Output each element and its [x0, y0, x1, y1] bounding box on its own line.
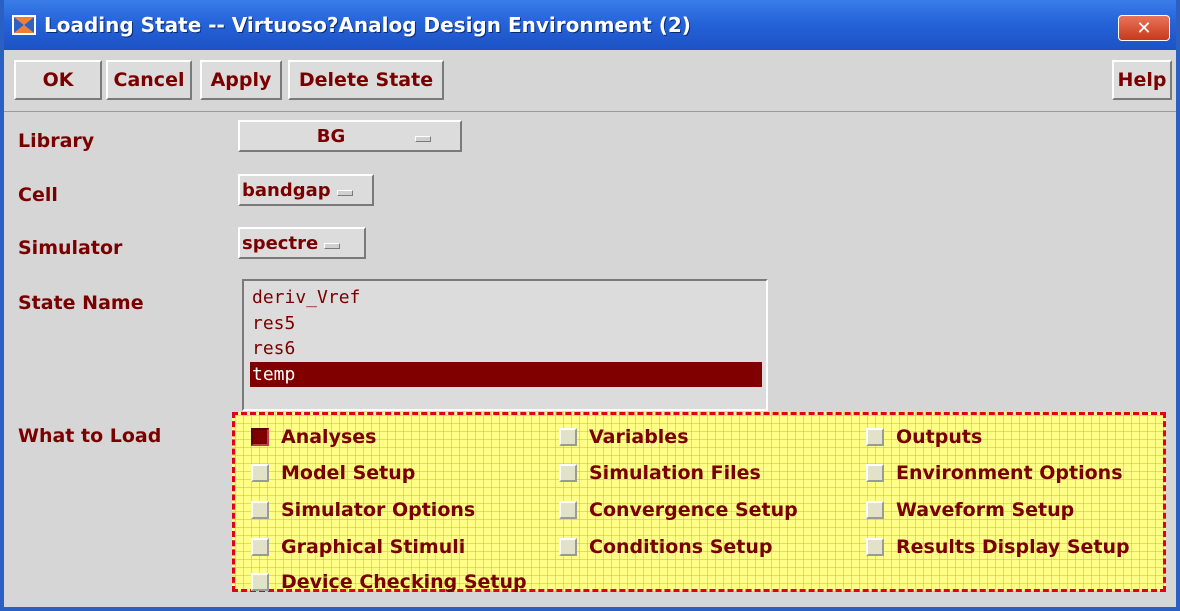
checkbox-icon: [866, 464, 884, 482]
apply-button[interactable]: Apply: [200, 60, 282, 100]
checkbox-waveform-setup[interactable]: Waveform Setup: [866, 499, 1074, 521]
close-button[interactable]: ✕: [1118, 15, 1170, 41]
checkbox-label: Conditions Setup: [589, 536, 773, 558]
checkbox-icon: [866, 501, 884, 519]
checkbox-model-setup[interactable]: Model Setup: [251, 462, 415, 484]
checkbox-variables[interactable]: Variables: [559, 426, 689, 448]
help-button[interactable]: Help: [1112, 60, 1172, 100]
checkbox-label: Simulation Files: [589, 462, 761, 484]
cell-value: bandgap: [242, 179, 331, 201]
state-name-list[interactable]: deriv_Vref res5 res6 temp: [242, 279, 768, 411]
checkbox-label: Results Display Setup: [896, 536, 1130, 558]
checkbox-label: Outputs: [896, 426, 983, 448]
checkbox-environment-options[interactable]: Environment Options: [866, 462, 1123, 484]
checkbox-label: Graphical Stimuli: [281, 536, 466, 558]
state-name-label: State Name: [18, 292, 144, 314]
checkbox-icon: [559, 501, 577, 519]
simulator-label: Simulator: [18, 237, 123, 259]
checkbox-icon: [559, 464, 577, 482]
checkbox-label: Device Checking Setup: [281, 571, 527, 593]
checkbox-label: Environment Options: [896, 462, 1123, 484]
checkbox-icon: [866, 428, 884, 446]
checkbox-results-display-setup[interactable]: Results Display Setup: [866, 536, 1130, 558]
checkbox-convergence-setup[interactable]: Convergence Setup: [559, 499, 798, 521]
checkbox-icon: [251, 573, 269, 591]
cell-option-menu[interactable]: bandgap: [238, 174, 374, 206]
list-item[interactable]: deriv_Vref: [250, 285, 762, 311]
option-menu-indicator-icon: [324, 243, 341, 249]
list-item[interactable]: res5: [250, 311, 762, 337]
checkbox-icon: [251, 428, 269, 446]
checkbox-outputs[interactable]: Outputs: [866, 426, 982, 448]
simulator-option-menu[interactable]: spectre: [238, 227, 366, 259]
checkbox-label: Analyses: [281, 426, 377, 448]
delete-state-button[interactable]: Delete State: [288, 60, 444, 100]
simulator-value: spectre: [242, 232, 319, 254]
library-label: Library: [18, 130, 95, 152]
cancel-button[interactable]: Cancel: [106, 60, 192, 100]
checkbox-label: Convergence Setup: [589, 499, 798, 521]
checkbox-icon: [866, 538, 884, 556]
loading-state-dialog: Loading State -- Virtuoso?Analog Design …: [0, 0, 1180, 611]
checkbox-icon: [559, 428, 577, 446]
what-to-load-group: Analyses Variables Outputs Model Setup S…: [232, 412, 1166, 593]
option-menu-indicator-icon: [415, 136, 432, 142]
cadence-logo-icon: [12, 15, 36, 35]
checkbox-icon: [559, 538, 577, 556]
what-to-load-label: What to Load: [18, 425, 162, 447]
checkbox-graphical-stimuli[interactable]: Graphical Stimuli: [251, 536, 465, 558]
checkbox-icon: [251, 538, 269, 556]
library-value: BG: [316, 125, 346, 147]
checkbox-label: Simulator Options: [281, 499, 476, 521]
checkbox-icon: [251, 501, 269, 519]
cell-label: Cell: [18, 184, 58, 206]
checkbox-icon: [251, 464, 269, 482]
checkbox-label: Waveform Setup: [896, 499, 1075, 521]
dialog-toolbar: OK Cancel Apply Delete State Help: [4, 50, 1176, 112]
checkbox-simulation-files[interactable]: Simulation Files: [559, 462, 761, 484]
checkbox-simulator-options[interactable]: Simulator Options: [251, 499, 475, 521]
checkbox-label: Model Setup: [281, 462, 416, 484]
checkbox-device-checking-setup[interactable]: Device Checking Setup: [251, 571, 527, 593]
list-item-selected[interactable]: temp: [250, 361, 762, 387]
title-bar[interactable]: Loading State -- Virtuoso?Analog Design …: [4, 0, 1176, 50]
checkbox-conditions-setup[interactable]: Conditions Setup: [559, 536, 773, 558]
option-menu-indicator-icon: [336, 190, 353, 196]
window-title: Loading State -- Virtuoso?Analog Design …: [44, 13, 691, 37]
checkbox-analyses[interactable]: Analyses: [251, 426, 376, 448]
ok-button[interactable]: OK: [14, 60, 102, 100]
checkbox-label: Variables: [589, 426, 689, 448]
library-option-menu[interactable]: BG: [238, 120, 462, 152]
close-icon: ✕: [1136, 17, 1152, 39]
list-item[interactable]: res6: [250, 336, 762, 362]
